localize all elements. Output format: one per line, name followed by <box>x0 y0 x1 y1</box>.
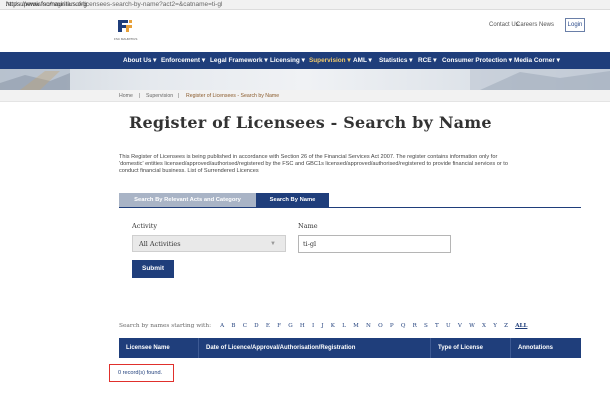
name-input[interactable] <box>298 235 451 253</box>
news-link[interactable]: News <box>539 22 554 28</box>
activity-label: Activity <box>132 222 158 230</box>
fsc-logo[interactable]: FSC MAURITIUS <box>114 16 138 44</box>
letter-w[interactable]: W <box>469 323 475 329</box>
name-label: Name <box>298 222 318 230</box>
letter-m[interactable]: M <box>353 323 359 329</box>
nav-consumer-protection[interactable]: Consumer Protection ▾ <box>442 52 512 69</box>
tab-search-by-acts[interactable]: Search By Relevant Acts and Category <box>119 193 256 207</box>
column-header-annotations: Annotations <box>510 338 581 358</box>
nav-legal-framework[interactable]: Legal Framework ▾ <box>210 52 268 69</box>
letter-e[interactable]: E <box>266 323 270 329</box>
main-navigation: About Us ▾ Enforcement ▾ Legal Framework… <box>0 52 610 69</box>
letter-k[interactable]: K <box>331 323 335 329</box>
letter-g[interactable]: G <box>288 323 292 329</box>
careers-link[interactable]: Careers <box>516 22 537 28</box>
activity-select[interactable]: All Activities ▼ <box>132 235 286 252</box>
letter-o[interactable]: O <box>378 323 383 329</box>
letter-y[interactable]: Y <box>493 323 497 329</box>
nav-aml[interactable]: AML ▾ <box>353 52 372 69</box>
results-table-header: Licensee Name Date of Licence/Approval/A… <box>119 338 581 358</box>
breadcrumb-separator: | <box>139 93 141 99</box>
letter-n[interactable]: N <box>366 323 371 329</box>
nav-about-us[interactable]: About Us ▾ <box>123 52 156 69</box>
activity-select-value: All Activities <box>139 240 181 248</box>
nav-rce[interactable]: RCE ▾ <box>418 52 436 69</box>
nav-statistics[interactable]: Statistics ▾ <box>379 52 412 69</box>
letter-a[interactable]: A <box>220 323 224 329</box>
records-found-text: 0 record(s) found. <box>118 370 163 376</box>
breadcrumb-home[interactable]: Home <box>119 90 133 102</box>
letter-h[interactable]: H <box>300 323 305 329</box>
letter-x[interactable]: X <box>482 323 486 329</box>
nav-enforcement[interactable]: Enforcement ▾ <box>161 52 205 69</box>
letter-all[interactable]: ALL <box>515 323 527 329</box>
fsc-logo-icon <box>115 17 135 35</box>
column-header-licensee-name: Licensee Name <box>126 345 170 351</box>
column-header-date-of-licence: Date of Licence/Approval/Authorisation/R… <box>198 338 430 358</box>
alphabet-filter: Search by names starting with: A B C D E… <box>119 312 530 329</box>
page-title: Register of Licensees - Search by Name <box>129 113 492 132</box>
tab-search-by-name[interactable]: Search By Name <box>256 193 329 207</box>
letter-s[interactable]: S <box>424 323 428 329</box>
letter-b[interactable]: B <box>231 323 235 329</box>
letter-u[interactable]: U <box>446 323 451 329</box>
records-found-highlight: 0 record(s) found. <box>109 364 174 382</box>
breadcrumb: Home | Supervision | Register of License… <box>0 90 610 102</box>
breadcrumb-separator: | <box>178 93 180 99</box>
tab-underline <box>119 207 581 208</box>
caret-down-icon: ▼ <box>270 241 276 247</box>
letter-i[interactable]: I <box>312 323 314 329</box>
breadcrumb-supervision[interactable]: Supervision <box>146 90 173 102</box>
letter-c[interactable]: C <box>243 323 247 329</box>
letter-j[interactable]: J <box>321 323 323 329</box>
contact-us-link[interactable]: Contact Us <box>489 22 519 28</box>
letter-r[interactable]: R <box>413 323 417 329</box>
letter-p[interactable]: P <box>390 323 394 329</box>
login-button[interactable]: Login <box>565 18 585 32</box>
column-header-type-of-license: Type of License <box>430 338 510 358</box>
nav-media-corner[interactable]: Media Corner ▾ <box>514 52 560 69</box>
alphabet-label: Search by names starting with: <box>119 323 212 329</box>
header-banner <box>0 69 610 90</box>
letter-d[interactable]: D <box>254 323 259 329</box>
letter-q[interactable]: Q <box>401 323 406 329</box>
letter-v[interactable]: V <box>458 323 462 329</box>
banner-image <box>0 69 610 90</box>
browser-address-bar[interactable]: https://www.fscmauritius.org/en/supervis… <box>0 0 610 10</box>
logo-caption: FSC MAURITIUS <box>114 37 138 41</box>
nav-licensing[interactable]: Licensing ▾ <box>270 52 305 69</box>
letter-z[interactable]: Z <box>504 323 508 329</box>
intro-paragraph: This Register of Licensees is being publ… <box>119 154 508 174</box>
letter-f[interactable]: F <box>277 323 281 329</box>
url-path: /en/supervision/register-of-licensees-se… <box>6 1 223 8</box>
letter-t[interactable]: T <box>435 323 439 329</box>
letter-l[interactable]: L <box>342 323 346 329</box>
submit-button[interactable]: Submit <box>132 260 174 278</box>
nav-supervision[interactable]: Supervision ▾ <box>309 52 351 69</box>
breadcrumb-current: Register of Licensees - Search by Name <box>186 93 280 99</box>
